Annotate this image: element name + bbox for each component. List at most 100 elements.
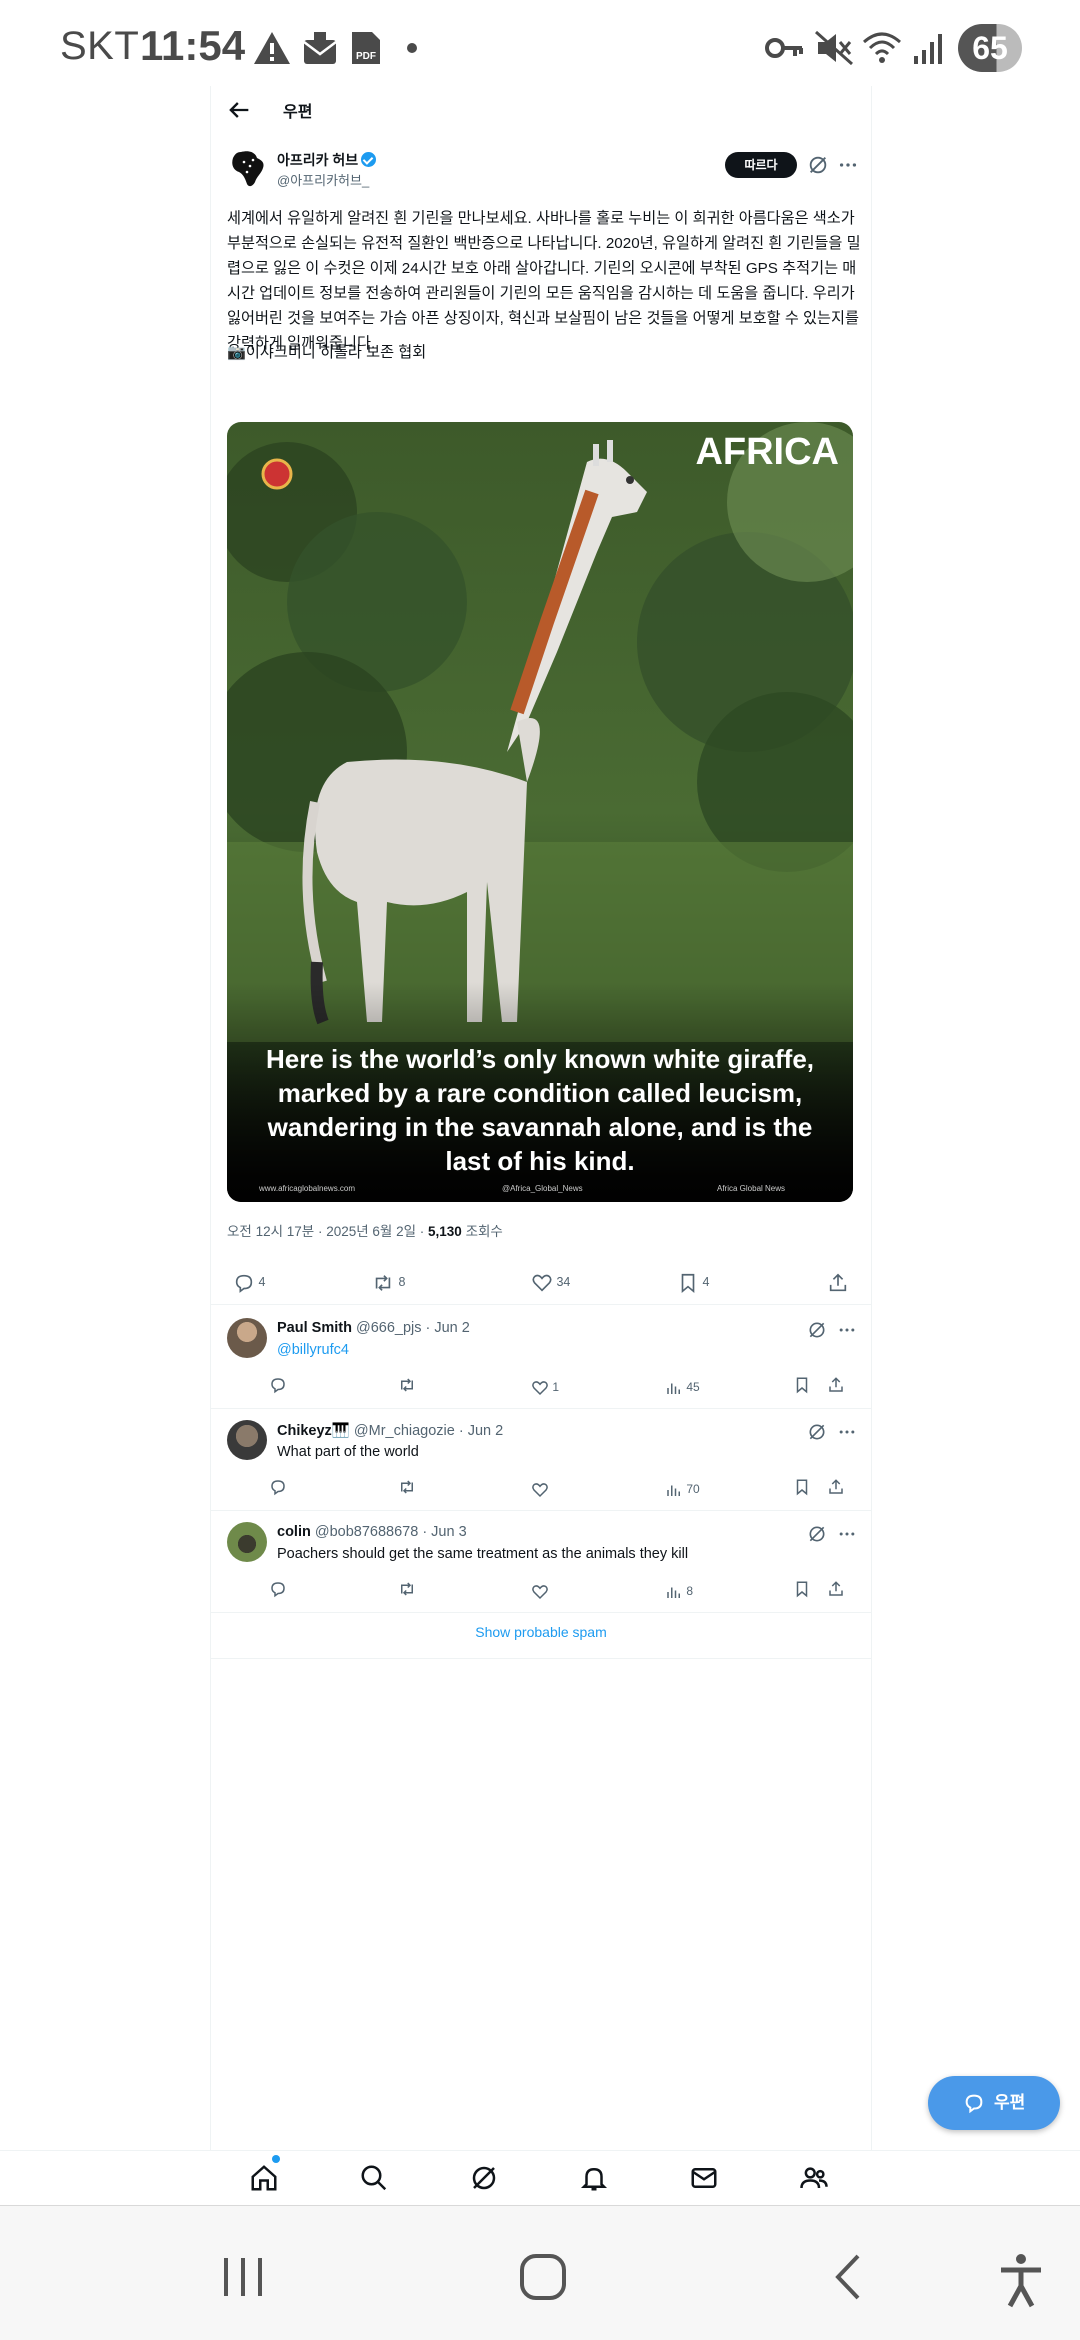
recent-apps-icon[interactable] bbox=[218, 2252, 268, 2302]
bell-icon[interactable] bbox=[579, 2163, 609, 2193]
reply-icon[interactable] bbox=[269, 1580, 287, 1598]
bookmark-button[interactable]: 4 bbox=[677, 1270, 709, 1294]
avatar[interactable] bbox=[227, 1318, 267, 1358]
image-brand: AFRICA bbox=[695, 431, 839, 473]
views-count: 70 bbox=[686, 1482, 700, 1496]
reply-author[interactable]: colin @bob87688678 · Jun 3 bbox=[277, 1524, 467, 1540]
tweet-actions: 4 8 34 4 bbox=[211, 1260, 871, 1305]
system-navigation-bar bbox=[0, 2206, 1080, 2340]
top-bar: 우편 bbox=[211, 86, 871, 136]
like-button[interactable]: 1 bbox=[531, 1376, 559, 1398]
reply-text[interactable]: @billyrufc4 bbox=[277, 1342, 349, 1358]
mail-notification-icon bbox=[303, 32, 337, 64]
image-caption: Here is the world’s only known white gir… bbox=[265, 1044, 815, 1176]
chat-bubble-icon bbox=[965, 2094, 983, 2114]
share-icon[interactable] bbox=[827, 1478, 845, 1496]
reply-actions: 70 bbox=[269, 1478, 859, 1502]
timestamp: 오전 12시 17분 · 2025년 6월 2일 · bbox=[227, 1224, 429, 1239]
grok-icon[interactable] bbox=[807, 1422, 827, 1442]
bookmark-icon[interactable] bbox=[793, 1580, 811, 1598]
like-count: 34 bbox=[556, 1275, 571, 1289]
svg-text:PDF: PDF bbox=[356, 51, 376, 62]
views-button[interactable]: 45 bbox=[665, 1376, 700, 1398]
author-avatar[interactable] bbox=[227, 148, 269, 190]
reply-actions: 1 45 bbox=[269, 1376, 859, 1400]
share-button[interactable] bbox=[827, 1270, 849, 1294]
reply-item[interactable]: Chikeyz🎹 @Mr_chiagozie · Jun 2 What part… bbox=[211, 1408, 871, 1511]
author-name-text: 아프리카 허브 bbox=[277, 152, 359, 168]
reply-button[interactable]: 4 bbox=[233, 1270, 265, 1294]
heart-icon bbox=[532, 1584, 548, 1599]
bookmark-icon[interactable] bbox=[793, 1478, 811, 1496]
more-options-icon[interactable] bbox=[837, 1320, 857, 1340]
more-options-icon[interactable] bbox=[837, 1524, 857, 1544]
like-button[interactable] bbox=[531, 1580, 549, 1602]
accessibility-icon[interactable] bbox=[996, 2252, 1046, 2308]
reply-icon[interactable] bbox=[269, 1478, 287, 1496]
views-count: 8 bbox=[686, 1584, 694, 1598]
repost-icon[interactable] bbox=[397, 1478, 417, 1496]
reply-item[interactable]: colin @bob87688678 · Jun 3 Poachers shou… bbox=[211, 1510, 871, 1613]
share-icon[interactable] bbox=[827, 1580, 845, 1598]
like-button[interactable]: 34 bbox=[531, 1270, 570, 1294]
communities-icon[interactable] bbox=[799, 2163, 829, 2193]
back-arrow-icon[interactable] bbox=[225, 96, 253, 124]
reply-count: 4 bbox=[258, 1275, 266, 1289]
notification-dot-icon bbox=[407, 43, 417, 53]
avatar[interactable] bbox=[227, 1420, 267, 1460]
tweet-image[interactable]: AFRICA Here is the world’s only known wh… bbox=[227, 422, 853, 1202]
heart-icon bbox=[532, 1380, 548, 1395]
show-probable-spam-link[interactable]: Show probable spam bbox=[211, 1608, 871, 1659]
reply-item[interactable]: Paul Smith @666_pjs · Jun 2 @billyrufc4 … bbox=[211, 1306, 871, 1409]
page-title: 우편 bbox=[283, 104, 313, 121]
home-icon[interactable] bbox=[249, 2163, 279, 2193]
reply-author-handle: @bob87688678 · Jun 3 bbox=[314, 1524, 467, 1540]
heart-icon bbox=[532, 1274, 552, 1292]
back-button-icon[interactable] bbox=[824, 2252, 874, 2302]
grok-icon[interactable] bbox=[807, 1320, 827, 1340]
more-options-icon[interactable] bbox=[837, 154, 859, 176]
image-footer-instagram: @Africa_Global_News bbox=[502, 1184, 583, 1193]
repost-icon[interactable] bbox=[397, 1580, 417, 1598]
repost-icon[interactable] bbox=[397, 1376, 417, 1394]
views-count: 5,130 bbox=[428, 1224, 462, 1239]
reply-author-name: colin bbox=[277, 1524, 311, 1540]
grok-icon[interactable] bbox=[807, 154, 829, 176]
signal-icon bbox=[914, 34, 942, 64]
image-footer-facebook: Africa Global News bbox=[717, 1184, 786, 1193]
compose-post-button[interactable]: 우편 bbox=[928, 2076, 1060, 2130]
africa-map-icon bbox=[232, 151, 264, 187]
avatar[interactable] bbox=[227, 1522, 267, 1562]
like-button[interactable] bbox=[531, 1478, 549, 1500]
reply-author-handle: @666_pjs · Jun 2 bbox=[355, 1320, 470, 1336]
mail-icon[interactable] bbox=[689, 2163, 719, 2193]
author-name[interactable]: 아프리카 허브 bbox=[277, 150, 377, 170]
compose-post-label: 우편 bbox=[994, 2093, 1026, 2112]
views-button[interactable]: 8 bbox=[665, 1580, 693, 1602]
grok-icon[interactable] bbox=[469, 2163, 499, 2193]
reply-author[interactable]: Paul Smith @666_pjs · Jun 2 bbox=[277, 1320, 470, 1336]
share-icon bbox=[829, 1273, 847, 1291]
reply-icon[interactable] bbox=[269, 1376, 287, 1394]
home-button-icon[interactable] bbox=[518, 2252, 568, 2302]
repost-button[interactable]: 8 bbox=[371, 1270, 405, 1294]
bottom-nav bbox=[0, 2150, 1080, 2207]
photo-credit: 📷이샤크비니 히롤라 보존 협회 bbox=[227, 344, 427, 361]
repost-count: 8 bbox=[398, 1275, 406, 1289]
carrier-label: SKT bbox=[60, 24, 140, 68]
verified-badge-icon bbox=[361, 152, 377, 167]
like-count: 1 bbox=[552, 1380, 560, 1394]
analytics-icon bbox=[667, 1485, 680, 1496]
more-options-icon[interactable] bbox=[837, 1422, 857, 1442]
search-icon[interactable] bbox=[359, 2163, 389, 2193]
views-button[interactable]: 70 bbox=[665, 1478, 700, 1500]
reply-author[interactable]: Chikeyz🎹 @Mr_chiagozie · Jun 2 bbox=[277, 1422, 503, 1439]
follow-button[interactable]: 따르다 bbox=[725, 152, 797, 178]
share-icon[interactable] bbox=[827, 1376, 845, 1394]
bookmark-icon[interactable] bbox=[793, 1376, 811, 1394]
author-handle[interactable]: @아프리카허브_ bbox=[277, 170, 369, 189]
warning-icon bbox=[254, 32, 290, 64]
post-column: 우편 아프리카 허브 @아프리카허브_ 따르다 세계에서 유일하게 알려진 흰 … bbox=[210, 86, 872, 2150]
heart-icon bbox=[532, 1482, 548, 1497]
grok-icon[interactable] bbox=[807, 1524, 827, 1544]
